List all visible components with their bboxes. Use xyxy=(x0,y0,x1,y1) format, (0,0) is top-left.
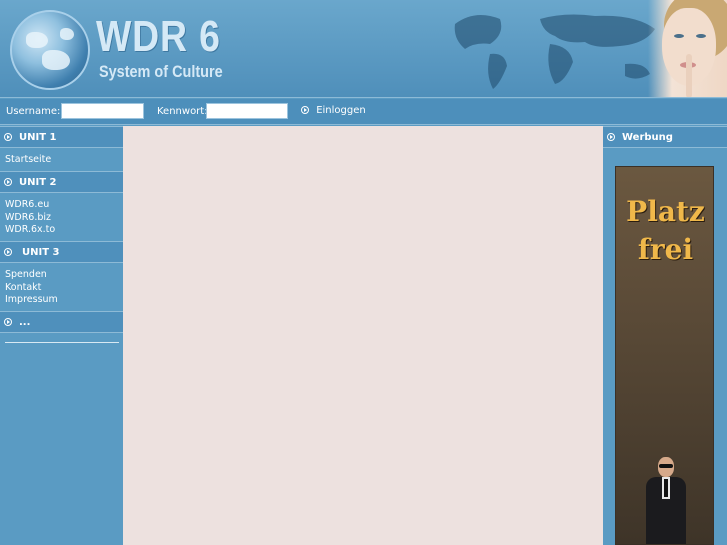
advertising-title: Werbung xyxy=(622,132,673,143)
menu-link-startseite[interactable]: Startseite xyxy=(5,154,51,167)
main-content xyxy=(123,126,603,545)
menu-link-spenden[interactable]: Spenden xyxy=(5,269,58,282)
menu-link-kontakt[interactable]: Kontakt xyxy=(5,282,58,295)
arrow-right-icon xyxy=(4,248,12,256)
right-sidebar: Werbung Platz frei xyxy=(603,126,727,545)
logo-title: WDR 6 xyxy=(96,12,221,61)
menu-link-wdr6x-to[interactable]: WDR.6x.to xyxy=(5,224,55,237)
globe-logo-icon xyxy=(10,10,90,90)
woman-photo xyxy=(648,0,727,97)
ad-text-line-2: frei xyxy=(637,233,694,266)
arrow-right-icon xyxy=(607,133,615,141)
unit-1-header[interactable]: UNIT 1 xyxy=(0,126,123,148)
advertising-header: Werbung xyxy=(603,126,727,148)
unit-4-title: ... xyxy=(19,317,31,328)
menu-link-impressum[interactable]: Impressum xyxy=(5,294,58,307)
unit-3-menu: Spenden Kontakt Impressum xyxy=(5,269,58,307)
man-in-suit-image xyxy=(638,455,694,544)
username-label: Username: xyxy=(6,106,61,117)
logo-subtitle: System of Culture xyxy=(99,62,223,81)
login-button-label: Einloggen xyxy=(316,105,366,116)
unit-1-title: UNIT 1 xyxy=(19,132,57,143)
username-input[interactable] xyxy=(61,103,144,119)
unit-2-header[interactable]: UNIT 2 xyxy=(0,171,123,193)
password-input[interactable] xyxy=(206,103,288,119)
site-header: WDR 6 System of Culture xyxy=(0,0,727,98)
unit-1-menu: Startseite xyxy=(5,154,51,167)
password-label: Kennwort: xyxy=(157,106,208,117)
ad-text-line-1: Platz xyxy=(626,195,705,228)
unit-2-menu: WDR6.eu WDR6.biz WDR.6x.to xyxy=(5,199,55,237)
arrow-right-icon xyxy=(4,133,12,141)
unit-3-title: UNIT 3 xyxy=(22,247,60,258)
unit-4-header[interactable]: ... xyxy=(0,311,123,333)
menu-link-wdr6-eu[interactable]: WDR6.eu xyxy=(5,199,55,212)
world-map-image xyxy=(454,14,655,89)
advertisement-banner[interactable]: Platz frei xyxy=(615,166,714,545)
unit-3-header[interactable]: UNIT 3 xyxy=(0,241,123,263)
arrow-right-icon xyxy=(4,178,12,186)
unit-2-title: UNIT 2 xyxy=(19,177,57,188)
divider xyxy=(5,342,119,343)
left-sidebar: UNIT 1 Startseite UNIT 2 WDR6.eu WDR6.bi… xyxy=(0,126,123,545)
menu-link-wdr6-biz[interactable]: WDR6.biz xyxy=(5,212,55,225)
login-button[interactable]: Einloggen xyxy=(301,105,366,116)
arrow-right-icon xyxy=(4,318,12,326)
login-bar: Username: Kennwort: Einloggen xyxy=(0,99,727,125)
arrow-right-icon xyxy=(301,106,309,114)
